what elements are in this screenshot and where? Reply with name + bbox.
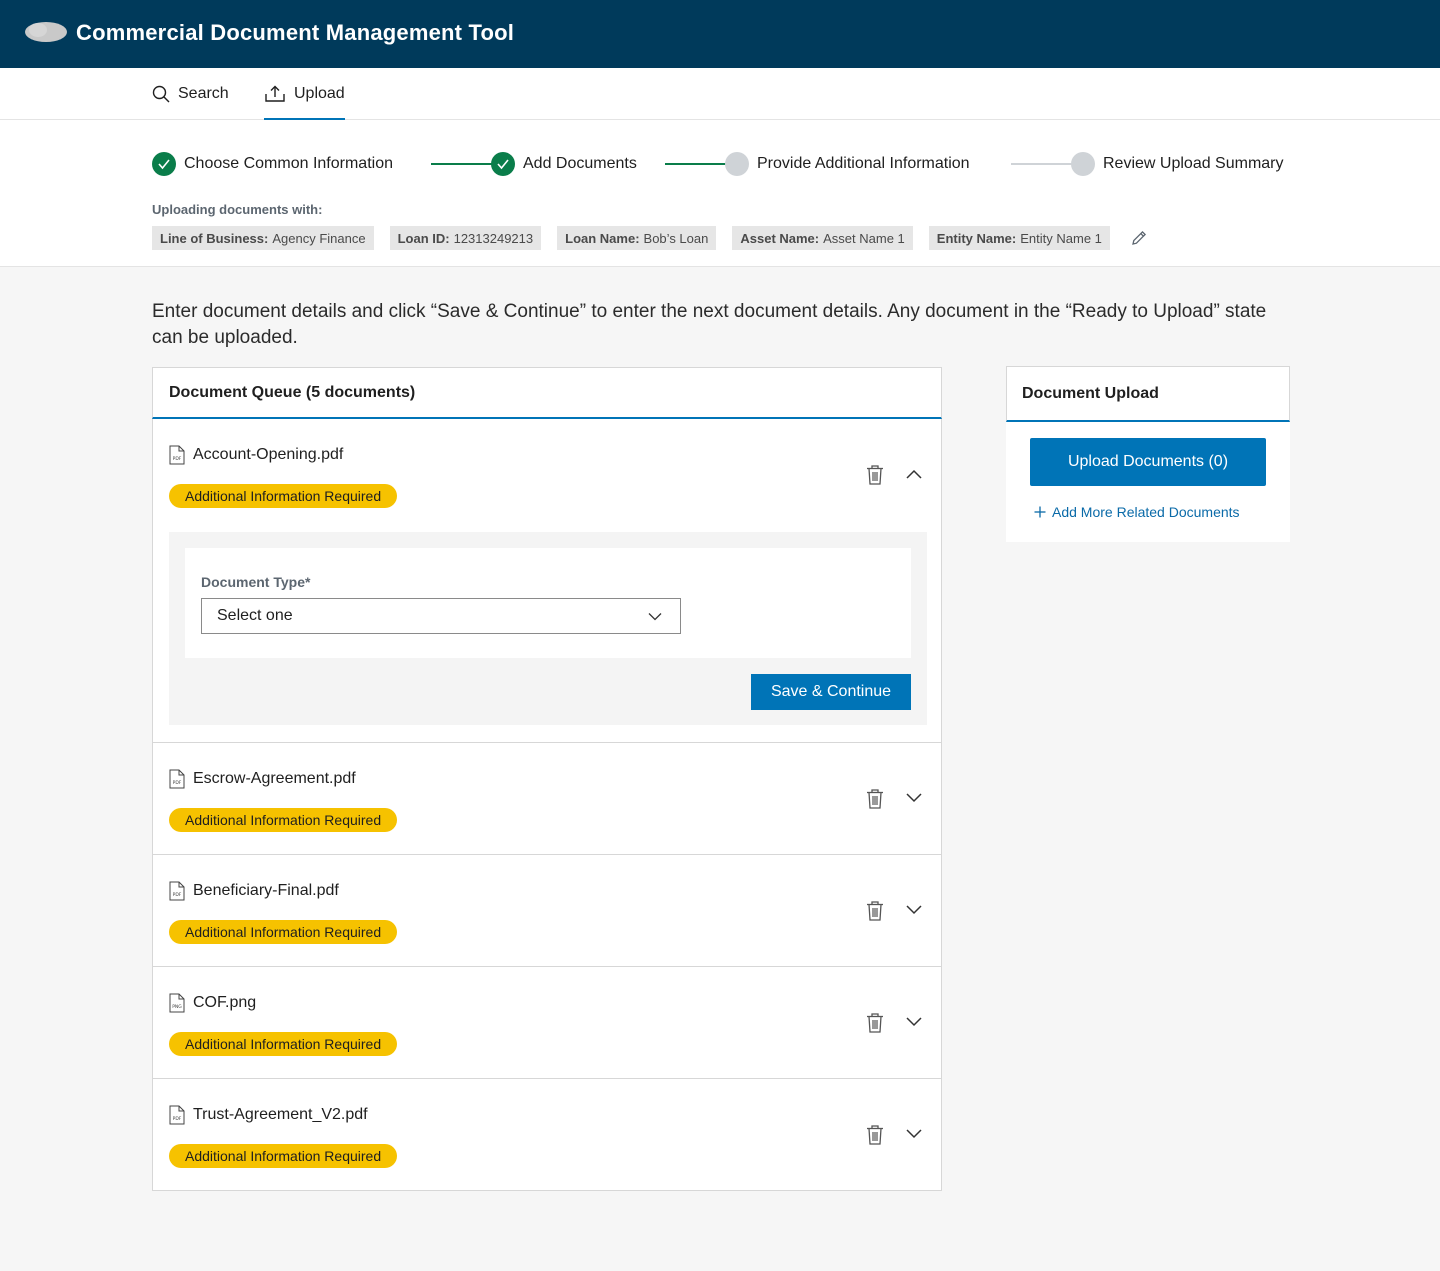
chevron-down-icon[interactable] <box>905 1128 923 1140</box>
step-review-upload-summary: Review Upload Summary <box>1071 152 1284 176</box>
chip-asset-name: Asset Name: Asset Name 1 <box>732 226 913 250</box>
trash-icon[interactable] <box>865 1124 885 1146</box>
save-continue-button[interactable]: Save & Continue <box>751 674 911 710</box>
logo-icon <box>25 22 67 42</box>
document-type-value: Select one <box>217 607 293 624</box>
chip-entity-name: Entity Name: Entity Name 1 <box>928 226 1110 250</box>
step-label: Choose Common Information <box>184 155 393 172</box>
chevron-down-icon[interactable] <box>905 792 923 804</box>
queue-item-escrow-agreement: PDF Escrow-Agreement.pdf Additional Info… <box>152 743 942 855</box>
upload-panel-title: Document Upload <box>1006 366 1290 422</box>
queue-title: Document Queue (5 documents) <box>152 367 942 419</box>
queue-item-cof: PNG COF.png Additional Information Requi… <box>152 967 942 1079</box>
step-label: Provide Additional Information <box>757 155 970 172</box>
trash-icon[interactable] <box>865 788 885 810</box>
document-name: Account-Opening.pdf <box>193 446 344 463</box>
chip-loan-id: Loan ID: 12313249213 <box>389 226 542 250</box>
app-title: Commercial Document Management Tool <box>76 20 515 45</box>
chevron-down-icon[interactable] <box>905 904 923 916</box>
pdf-file-icon: PDF <box>169 1105 185 1125</box>
step-label: Review Upload Summary <box>1103 155 1284 172</box>
queue-item-account-opening: PDF Account-Opening.pdf Additional Infor… <box>152 419 942 743</box>
step-connector <box>1011 163 1073 165</box>
tab-upload[interactable]: Upload <box>264 68 345 120</box>
chip-line-of-business: Line of Business: Agency Finance <box>152 226 374 250</box>
step-choose-common-information: Choose Common Information <box>152 152 393 176</box>
status-badge: Additional Information Required <box>169 920 398 944</box>
document-name: Beneficiary-Final.pdf <box>193 882 339 899</box>
chevron-down-icon[interactable] <box>905 1016 923 1028</box>
instructions-text: Enter document details and click “Save &… <box>152 301 1267 348</box>
step-complete-icon <box>152 152 176 176</box>
app-header: Commercial Document Management Tool <box>0 0 1440 68</box>
add-more-label: Add More Related Documents <box>1052 504 1240 520</box>
upload-icon <box>265 85 285 102</box>
svg-text:PDF: PDF <box>173 1116 182 1122</box>
search-icon <box>152 85 170 103</box>
document-type-select[interactable]: Select one <box>201 598 681 634</box>
step-connector <box>431 163 493 165</box>
document-name: Escrow-Agreement.pdf <box>193 770 356 787</box>
step-connector <box>665 163 727 165</box>
chip-loan-name: Loan Name: Bob’s Loan <box>557 226 717 250</box>
document-details-panel: Document Type* Select one Save & Continu… <box>169 532 927 725</box>
pdf-file-icon: PDF <box>169 769 185 789</box>
step-pending-icon <box>725 152 749 176</box>
pdf-file-icon: PDF <box>169 445 185 465</box>
top-nav: Search Upload <box>0 68 1440 120</box>
pdf-file-icon: PDF <box>169 881 185 901</box>
chevron-up-icon[interactable] <box>905 468 923 480</box>
status-badge: Additional Information Required <box>169 484 398 508</box>
uploading-context-label: Uploading documents with: <box>152 202 323 217</box>
tab-upload-label: Upload <box>294 85 345 102</box>
document-name: COF.png <box>193 994 257 1011</box>
tab-search-label: Search <box>178 85 229 102</box>
context-chips: Line of Business: Agency Finance Loan ID:… <box>152 226 1148 250</box>
svg-text:PDF: PDF <box>173 892 182 898</box>
trash-icon[interactable] <box>865 1012 885 1034</box>
document-name: Trust-Agreement_V2.pdf <box>193 1106 368 1123</box>
trash-icon[interactable] <box>865 464 885 486</box>
step-add-documents: Add Documents <box>491 152 637 176</box>
add-more-documents-link[interactable]: Add More Related Documents <box>1034 504 1240 520</box>
pencil-icon[interactable] <box>1130 229 1148 247</box>
step-label: Add Documents <box>523 155 637 172</box>
document-upload-panel: Document Upload Upload Documents (0) Add… <box>1006 366 1290 542</box>
step-provide-additional-information: Provide Additional Information <box>725 152 970 176</box>
plus-icon <box>1034 506 1046 518</box>
status-badge: Additional Information Required <box>169 1032 398 1056</box>
step-complete-icon <box>491 152 515 176</box>
step-pending-icon <box>1071 152 1095 176</box>
status-badge: Additional Information Required <box>169 1144 398 1168</box>
queue-item-trust-agreement: PDF Trust-Agreement_V2.pdf Additional In… <box>152 1079 942 1191</box>
tab-search[interactable]: Search <box>152 68 229 120</box>
status-badge: Additional Information Required <box>169 808 398 832</box>
upload-documents-button[interactable]: Upload Documents (0) <box>1030 438 1266 486</box>
document-type-label: Document Type* <box>201 574 311 590</box>
queue-item-beneficiary-final: PDF Beneficiary-Final.pdf Additional Inf… <box>152 855 942 967</box>
progress-stepper: Choose Common Information Add Documents … <box>0 120 1440 267</box>
document-type-form: Document Type* Select one <box>185 548 911 658</box>
chevron-down-icon <box>648 613 662 621</box>
svg-text:PNG: PNG <box>172 1004 182 1010</box>
svg-text:PDF: PDF <box>173 456 182 462</box>
svg-text:PDF: PDF <box>173 780 182 786</box>
trash-icon[interactable] <box>865 900 885 922</box>
document-queue: Document Queue (5 documents) PDF Account… <box>152 367 942 1191</box>
png-file-icon: PNG <box>169 993 185 1013</box>
